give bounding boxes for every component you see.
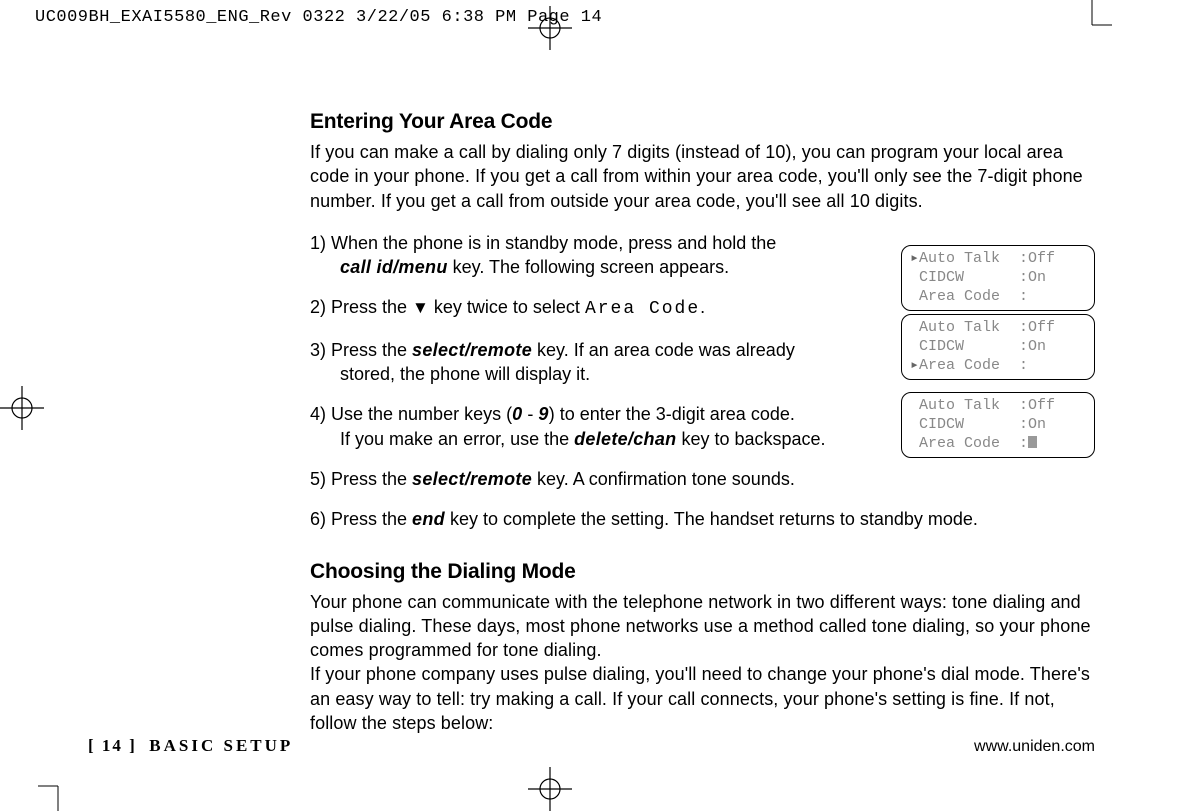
footer-url: www.uniden.com	[974, 738, 1095, 756]
key-0: 0	[512, 404, 522, 424]
page-footer: [ 14 ] BASIC SETUP www.uniden.com	[0, 736, 1200, 756]
lcd-value: :Off	[1019, 397, 1086, 416]
section-heading-dialing-mode: Choosing the Dialing Mode	[310, 560, 1095, 584]
manual-page: UC009BH_EXAI5580_ENG_Rev 0322 3/22/05 6:…	[0, 0, 1200, 811]
lcd-value: :Off	[1019, 319, 1086, 338]
lcd-label: Area Code	[919, 435, 1019, 454]
lcd-value: :On	[1019, 338, 1086, 357]
lcd-value: :	[1019, 288, 1086, 307]
dialing-mode-paragraph-2: If your phone company uses pulse dialing…	[310, 662, 1095, 735]
lcd-value: :On	[1019, 416, 1086, 435]
registration-mark-bottom	[528, 767, 572, 811]
key-delete-chan: delete/chan	[574, 429, 676, 449]
footer-section: BASIC SETUP	[149, 736, 293, 755]
lcd-label: Area Code	[919, 288, 1019, 307]
key-9: 9	[538, 404, 548, 424]
step-4: 4) Use the number keys (0 - 9) to enter …	[310, 402, 954, 451]
lcd-label: Auto Talk	[919, 397, 1019, 416]
lcd-label: CIDCW	[919, 338, 1019, 357]
registration-mark-top	[528, 6, 572, 50]
menu-item-area-code: Area Code	[585, 299, 700, 319]
step-5: 5) Press the select/remote key. A confir…	[310, 467, 1095, 491]
section-heading-area-code: Entering Your Area Code	[310, 110, 1095, 134]
key-select-remote: select/remote	[412, 469, 532, 489]
lcd-screen-3: Auto Talk:Off CIDCW:On Area Code:	[901, 392, 1095, 458]
step-2: 2) Press the ▼ key twice to select Area …	[310, 295, 954, 321]
step-6: 6) Press the end key to complete the set…	[310, 507, 1095, 531]
crop-mark-tr	[1072, 0, 1112, 40]
pointer-icon: ▸	[910, 250, 919, 269]
lcd-screen-2: Auto Talk:Off CIDCW:On ▸Area Code:	[901, 314, 1095, 380]
crop-mark-bl	[38, 771, 78, 811]
registration-mark-left	[0, 386, 44, 430]
step-3: 3) Press the select/remote key. If an ar…	[310, 338, 954, 387]
key-end: end	[412, 509, 445, 529]
lcd-label: Auto Talk	[919, 319, 1019, 338]
pointer-icon: ▸	[910, 357, 919, 376]
key-call-id-menu: call id/menu	[340, 257, 448, 277]
lcd-label: Area Code	[919, 357, 1019, 376]
lcd-label: CIDCW	[919, 269, 1019, 288]
cursor-icon	[1028, 436, 1037, 448]
print-slug: UC009BH_EXAI5580_ENG_Rev 0322 3/22/05 6:…	[35, 8, 602, 27]
key-select-remote: select/remote	[412, 340, 532, 360]
intro-paragraph: If you can make a call by dialing only 7…	[310, 140, 1095, 213]
step-1: 1) When the phone is in standby mode, pr…	[310, 231, 954, 280]
down-arrow-icon: ▼	[412, 298, 429, 317]
lcd-label: CIDCW	[919, 416, 1019, 435]
content-area: ▸Auto Talk:Off CIDCW:On Area Code: Auto …	[310, 110, 1095, 735]
lcd-value: :	[1019, 357, 1086, 376]
lcd-label: Auto Talk	[919, 250, 1019, 269]
lcd-value: :Off	[1019, 250, 1086, 269]
lcd-value: :	[1019, 435, 1086, 454]
dialing-mode-paragraph-1: Your phone can communicate with the tele…	[310, 590, 1095, 663]
lcd-screen-1: ▸Auto Talk:Off CIDCW:On Area Code:	[901, 245, 1095, 311]
lcd-value: :On	[1019, 269, 1086, 288]
page-number: [ 14 ]	[88, 736, 137, 755]
